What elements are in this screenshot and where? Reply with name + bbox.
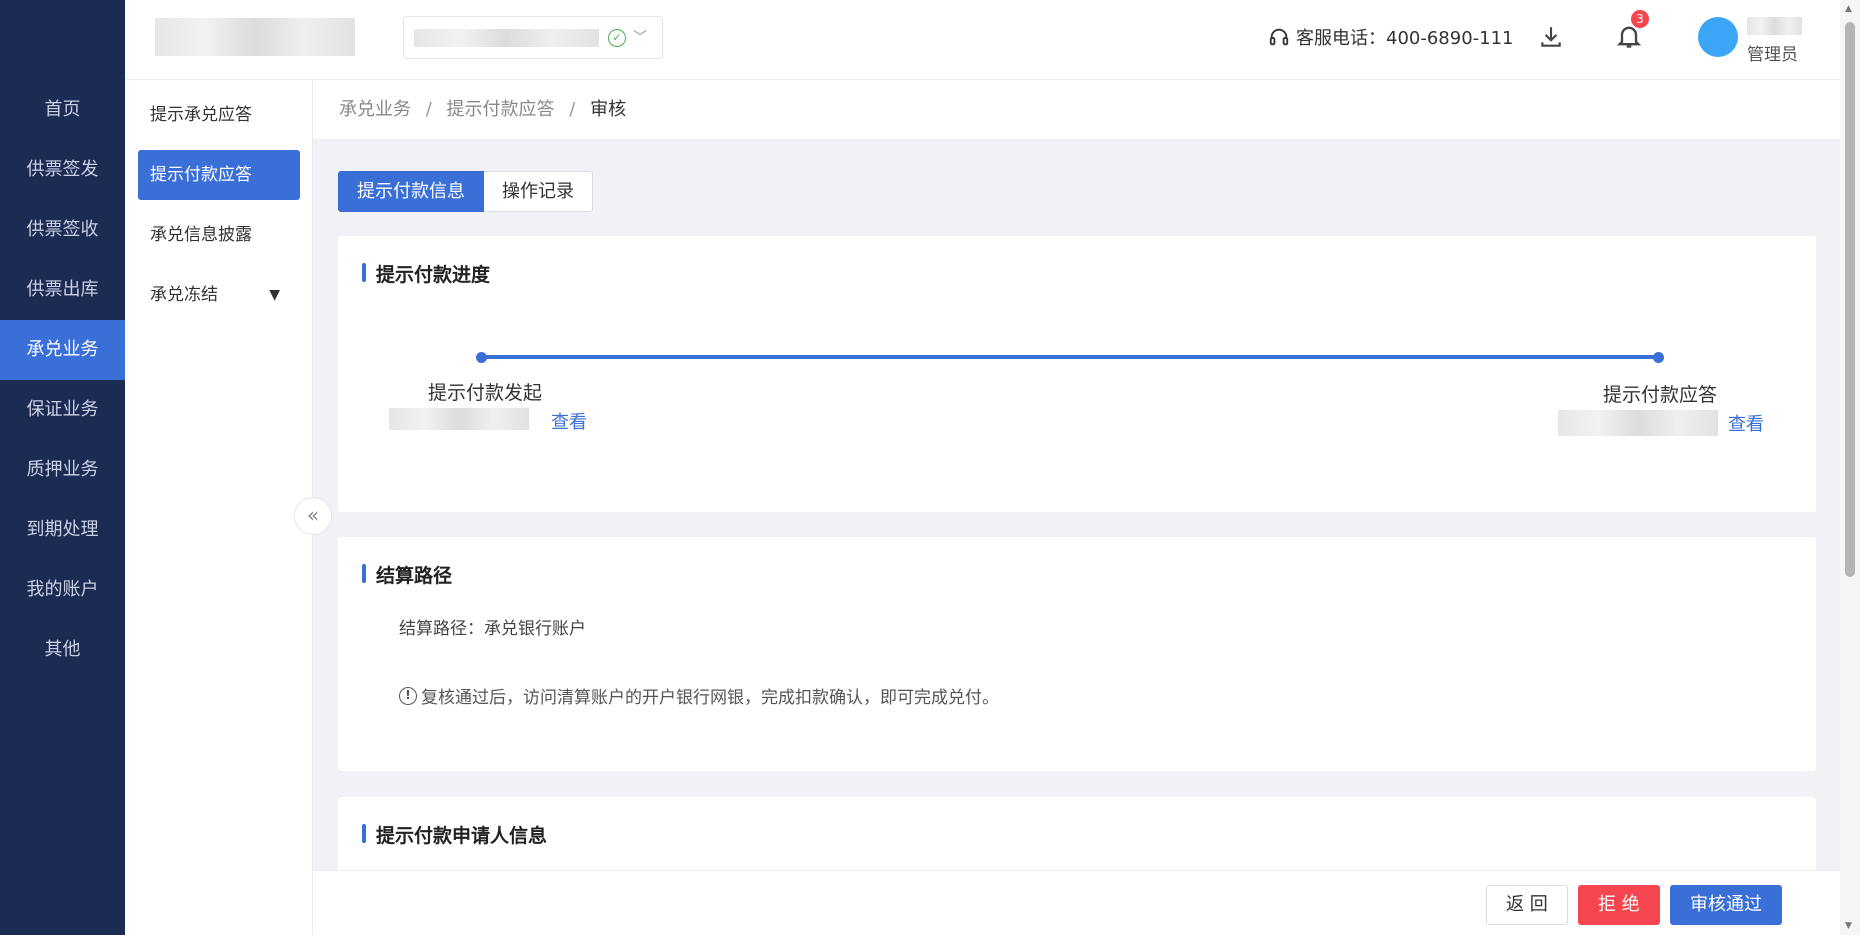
settlement-notice-text: 复核通过后，访问清算账户的开户银行网银，完成扣款确认，即可完成兑付。: [421, 688, 999, 708]
settlement-path: 结算路径：承兑银行账户: [399, 619, 586, 639]
settlement-card-title: 结算路径: [362, 561, 452, 588]
top-bar: ✓ ﹀ 客服电话：400-6890-111 3 管理员: [125, 0, 1860, 80]
step-response-time-redacted: [1558, 410, 1718, 436]
step-response-label: 提示付款应答: [1603, 384, 1718, 406]
tab-operation-log[interactable]: 操作记录: [484, 171, 593, 212]
headset-icon: [1269, 28, 1289, 46]
step-response-view-link[interactable]: 查看: [1728, 410, 1764, 436]
settlement-notice: ! 复核通过后，访问清算账户的开户银行网银，完成扣款确认，即可完成兑付。: [399, 683, 999, 708]
info-icon: !: [399, 686, 417, 705]
progress-dot-end: [1653, 352, 1664, 363]
sub-item-payment-response[interactable]: 提示付款应答: [138, 150, 300, 200]
progress-line: [481, 355, 1659, 359]
scroll-down-icon[interactable]: ▼: [1845, 921, 1852, 931]
action-footer: 返 回 拒 绝 审核通过: [313, 870, 1840, 935]
nav-item-maturity[interactable]: 到期处理: [0, 500, 125, 560]
chevron-down-icon: ﹀: [633, 30, 647, 46]
left-nav: 首页 供票签发 供票签收 供票出库 承兑业务 保证业务 质押业务 到期处理 我的…: [0, 0, 125, 935]
nav-item-pledge[interactable]: 质押业务: [0, 440, 125, 500]
approve-button[interactable]: 审核通过: [1670, 885, 1782, 925]
back-button[interactable]: 返 回: [1486, 885, 1568, 925]
user-name-redacted: [1747, 17, 1802, 35]
breadcrumb-item-acceptance[interactable]: 承兑业务: [339, 99, 411, 120]
step-initiate-label: 提示付款发起: [428, 382, 543, 404]
tab-bar: 提示付款信息 操作记录: [338, 171, 593, 212]
breadcrumb: 承兑业务 / 提示付款应答 / 审核: [313, 80, 1840, 140]
page-scrollbar[interactable]: ▲ ▼: [1840, 0, 1860, 935]
org-select[interactable]: ✓ ﹀: [403, 16, 663, 59]
notification-button[interactable]: 3: [1615, 10, 1649, 50]
applicant-card: 提示付款申请人信息: [338, 797, 1816, 870]
nav-item-my-account[interactable]: 我的账户: [0, 560, 125, 620]
progress-card: 提示付款进度 提示付款发起 查看 提示付款应答 查看: [338, 236, 1816, 512]
applicant-card-title: 提示付款申请人信息: [362, 821, 547, 848]
notification-badge: 3: [1631, 10, 1649, 28]
progress-dot-start: [476, 352, 487, 363]
sub-item-acceptance-freeze[interactable]: 承兑冻结 ▼: [138, 270, 300, 320]
hotline-text: 客服电话：400-6890-111: [1296, 28, 1514, 49]
tab-payment-info[interactable]: 提示付款信息: [338, 171, 484, 212]
nav-item-ticket-issue[interactable]: 供票签发: [0, 140, 125, 200]
sub-item-label: 承兑冻结: [150, 285, 218, 305]
breadcrumb-item-payment-response[interactable]: 提示付款应答: [447, 99, 555, 120]
nav-item-ticket-receive[interactable]: 供票签收: [0, 200, 125, 260]
nav-item-guarantee[interactable]: 保证业务: [0, 380, 125, 440]
nav-item-home[interactable]: 首页: [0, 80, 125, 140]
chevron-down-icon: ▼: [269, 287, 280, 303]
breadcrumb-separator: /: [425, 99, 432, 120]
org-name-redacted: [414, 29, 599, 47]
sub-item-label: 提示承兑应答: [150, 105, 252, 125]
company-logo-redacted: [155, 18, 355, 56]
breadcrumb-separator: /: [569, 99, 576, 120]
sub-nav: 提示承兑应答 提示付款应答 承兑信息披露 承兑冻结 ▼: [125, 80, 313, 935]
download-icon[interactable]: [1538, 24, 1564, 50]
avatar[interactable]: [1698, 17, 1738, 57]
sub-item-label: 承兑信息披露: [150, 225, 252, 245]
check-circle-icon: ✓: [608, 29, 626, 47]
sub-item-label: 提示付款应答: [150, 165, 252, 185]
sub-item-acceptance-response[interactable]: 提示承兑应答: [138, 90, 300, 140]
nav-item-other[interactable]: 其他: [0, 620, 125, 680]
reject-button[interactable]: 拒 绝: [1578, 885, 1660, 925]
sub-item-acceptance-disclosure[interactable]: 承兑信息披露: [138, 210, 300, 260]
progress-card-title: 提示付款进度: [362, 260, 490, 287]
settlement-card: 结算路径 结算路径：承兑银行账户 ! 复核通过后，访问清算账户的开户银行网银，完…: [338, 537, 1816, 771]
hotline: 客服电话：400-6890-111: [1268, 24, 1514, 50]
user-role: 管理员: [1747, 45, 1798, 65]
nav-item-ticket-outbound[interactable]: 供票出库: [0, 260, 125, 320]
nav-logo-area: [0, 0, 125, 80]
main-content: 提示付款信息 操作记录 提示付款进度 提示付款发起 查看 提示付款应答 查看 结…: [313, 140, 1840, 870]
step-initiate-view-link[interactable]: 查看: [551, 408, 587, 434]
scroll-up-icon[interactable]: ▲: [1845, 4, 1852, 14]
step-initiate-time-redacted: [389, 408, 529, 430]
scrollbar-thumb[interactable]: [1845, 22, 1855, 577]
nav-item-acceptance[interactable]: 承兑业务: [0, 320, 125, 380]
breadcrumb-current: 审核: [590, 99, 627, 120]
